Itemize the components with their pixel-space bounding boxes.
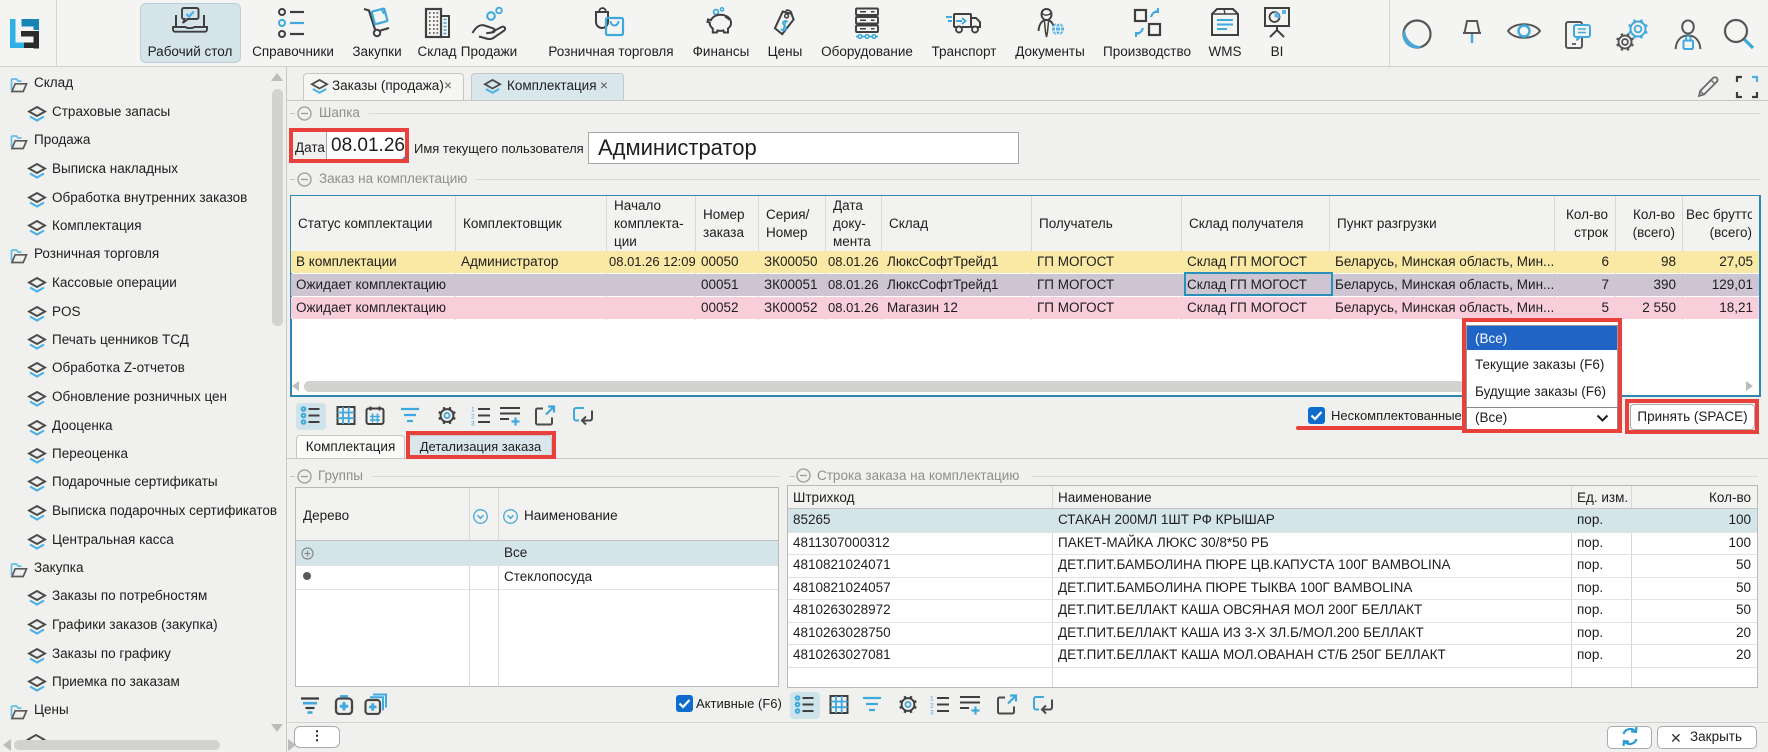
svg-text:3: 3 [471, 420, 475, 425]
svg-text:1: 1 [930, 695, 934, 702]
svg-text:2: 2 [471, 413, 475, 420]
svg-text:3: 3 [930, 709, 934, 714]
svg-text:2: 2 [930, 702, 934, 709]
svg-text:1: 1 [471, 406, 475, 413]
